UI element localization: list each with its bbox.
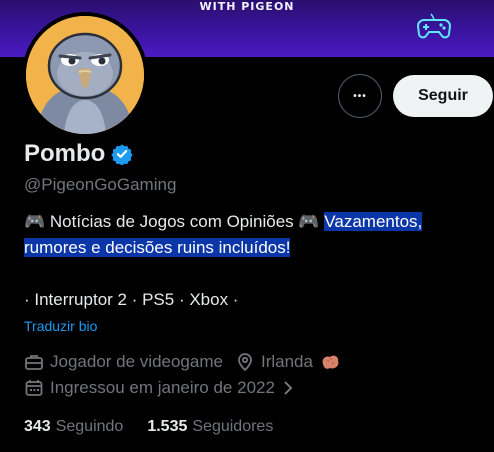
profile-location: Irlanda (260, 352, 313, 371)
profile-name-row: Pombo (24, 140, 133, 168)
more-options-icon: ••• (353, 90, 367, 102)
bio-line1-plain: 🎮 Notícias de Jogos com Opiniões 🎮 (24, 212, 325, 231)
profile-meta-row-2: Ingressou em janeiro de 2022 (24, 378, 295, 398)
translate-bio-link[interactable]: Traduzir bio (24, 318, 97, 334)
chevron-right-icon[interactable] (281, 379, 295, 397)
followers-count: 1.535 (147, 418, 188, 435)
potato-icon (322, 355, 339, 369)
bio-platforms: · Interruptor 2 · PS5 · Xbox · (24, 290, 239, 309)
following-link[interactable]: 343 Seguindo (24, 418, 123, 436)
gamepad-icon (416, 13, 452, 39)
location-pin-icon (238, 353, 252, 372)
pigeon-avatar-icon (26, 16, 144, 134)
following-label: Seguindo (55, 418, 124, 435)
calendar-icon (25, 380, 43, 396)
more-options-button[interactable]: ••• (338, 74, 382, 118)
followers-label: Seguidores (192, 418, 274, 435)
bio-text: 🎮 Notícias de Jogos com Opiniões 🎮 Vazam… (24, 209, 484, 261)
profile-name: Pombo (24, 140, 106, 167)
profile-meta-row-1: Jogador de videogame Irlanda (24, 352, 341, 372)
verified-badge-icon[interactable] (111, 143, 133, 165)
profile-joined-date: Ingressou em janeiro de 2022 (50, 378, 275, 397)
profile-handle: @PigeonGoGaming (24, 175, 177, 194)
profile-category: Jogador de videogame (50, 352, 223, 371)
profile-stats: 343 Seguindo 1.535 Seguidores (24, 418, 297, 436)
follow-button-label: Seguir (418, 87, 468, 104)
followers-link[interactable]: 1.535 Seguidores (147, 418, 273, 436)
avatar[interactable] (22, 12, 148, 138)
following-count: 343 (24, 418, 51, 435)
briefcase-icon (25, 355, 43, 370)
follow-button[interactable]: Seguir (393, 75, 493, 117)
